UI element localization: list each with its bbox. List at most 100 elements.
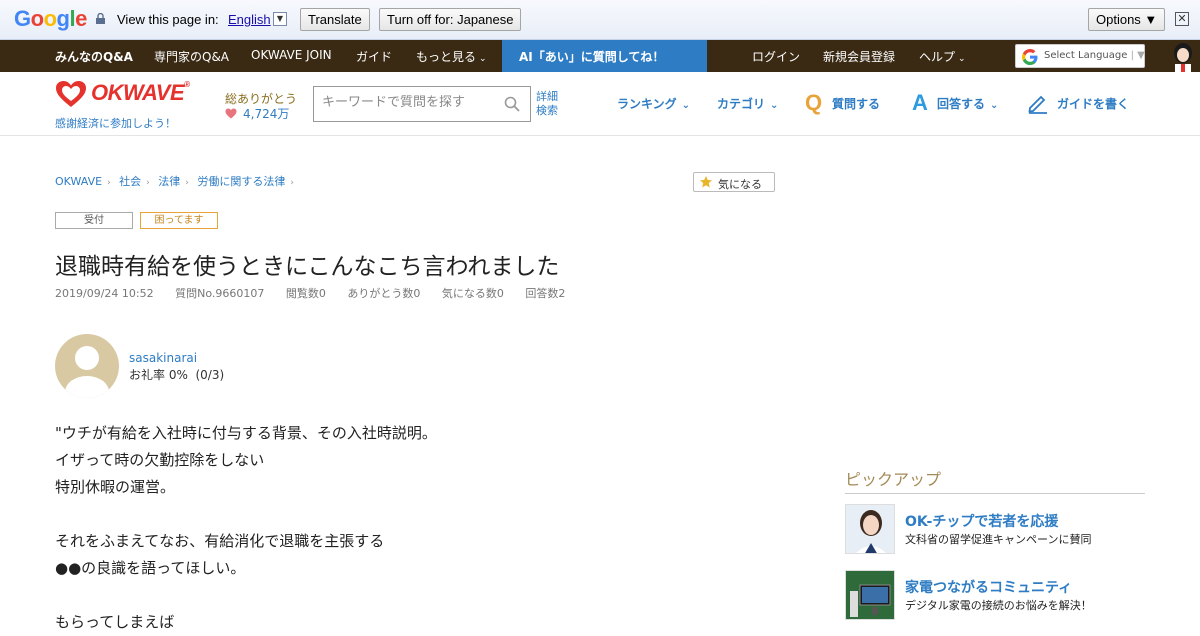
okwave-logo[interactable]: OKWAVE® bbox=[55, 80, 190, 112]
pickup-thumbnail bbox=[845, 570, 895, 620]
pencil-icon bbox=[1028, 95, 1047, 114]
star-icon bbox=[700, 176, 712, 188]
chevron-down-icon: ⌄ bbox=[770, 100, 779, 111]
nav-item-more[interactable]: もっと見る ⌄ bbox=[416, 48, 487, 65]
pickup-heading: ピックアップ bbox=[845, 466, 1145, 494]
q-icon: Q bbox=[805, 90, 823, 115]
username-link[interactable]: sasakinarai bbox=[129, 351, 197, 365]
chevron-down-icon: ⌄ bbox=[990, 100, 999, 111]
search-input[interactable] bbox=[322, 95, 502, 110]
breadcrumb-item-law[interactable]: 法律 bbox=[158, 175, 180, 188]
chevron-down-icon: ⌄ bbox=[958, 54, 966, 64]
appliance-photo-icon bbox=[846, 571, 894, 619]
answer-count: 回答数2 bbox=[525, 287, 566, 300]
breadcrumb-item-society[interactable]: 社会 bbox=[119, 175, 141, 188]
question-title: 退職時有給を使うときにこんなこち言われました bbox=[55, 254, 560, 280]
body-line: もらってしまえば bbox=[55, 613, 175, 631]
total-thanks-count: 4,724万 bbox=[243, 107, 290, 121]
nav-item-okwave-join[interactable]: OKWAVE JOIN bbox=[251, 48, 332, 62]
chevron-right-icon: › bbox=[290, 178, 294, 188]
translate-button[interactable]: Translate bbox=[300, 8, 370, 31]
answer-label: 回答する bbox=[937, 97, 986, 111]
body-line: ●●の良識を語ってほしい。 bbox=[55, 559, 246, 577]
tagline: 感謝経済に参加しよう！ bbox=[55, 117, 176, 130]
language-select[interactable]: English bbox=[228, 12, 271, 27]
chevron-right-icon: › bbox=[146, 178, 150, 188]
category-label: カテゴリ bbox=[717, 97, 766, 111]
register-link[interactable]: 新規会員登録 bbox=[823, 48, 895, 65]
question-body: "ウチが有給を入社時に付与する背景、その入社時説明。 イザって時の欠勤控除をしな… bbox=[55, 420, 437, 636]
chevron-right-icon: › bbox=[107, 178, 111, 188]
category-menu[interactable]: カテゴリ ⌄ bbox=[717, 95, 778, 112]
breadcrumb: OKWAVE › 社会 › 法律 › 労働に関する法律 › bbox=[55, 173, 299, 189]
nav-item-guide[interactable]: ガイド bbox=[356, 48, 392, 65]
chevron-down-icon[interactable]: ▼ bbox=[273, 12, 287, 26]
view-page-text: View this page in: bbox=[117, 12, 219, 27]
chevron-down-icon: ⌄ bbox=[681, 100, 691, 111]
lock-icon bbox=[96, 13, 105, 24]
trouble-badge: 困ってます bbox=[140, 212, 218, 229]
body-line bbox=[55, 501, 437, 528]
ai-question-label: AI「あい」に質問してね！ bbox=[519, 50, 665, 64]
chevron-down-icon: ⌄ bbox=[479, 54, 487, 64]
pickup-item-title: 家電つながるコミュニティ bbox=[905, 580, 1073, 596]
status-badge: 受付 bbox=[55, 212, 133, 229]
select-language-widget[interactable]: Select Language | ▼ bbox=[1015, 44, 1145, 68]
answer-menu[interactable]: 回答する ⌄ bbox=[937, 95, 998, 112]
favorite-count: 気になる数0 bbox=[441, 287, 504, 300]
body-line bbox=[55, 582, 437, 609]
pickup-item[interactable]: OK-チップで若者を応援 文科省の留学促進キャンペーンに賛同 bbox=[845, 504, 1145, 554]
search-box bbox=[313, 86, 531, 122]
google-g-icon bbox=[1022, 49, 1038, 65]
breadcrumb-item-okwave[interactable]: OKWAVE bbox=[55, 175, 102, 188]
help-label: ヘルプ bbox=[919, 50, 956, 64]
person-photo-icon bbox=[846, 505, 894, 553]
body-line: イザって時の欠勤控除をしない bbox=[55, 451, 265, 469]
search-icon[interactable] bbox=[504, 96, 520, 112]
pickup-item-desc: デジタル家電の接続のお悩みを解決！ bbox=[905, 599, 1092, 612]
heart-icon bbox=[225, 108, 237, 119]
a-icon: A bbox=[912, 90, 928, 115]
site-header: OKWAVE® 感謝経済に参加しよう！ 総ありがとう 4,724万 詳細 検索 … bbox=[0, 72, 1200, 136]
ranking-menu[interactable]: ランキング ⌄ bbox=[617, 95, 690, 112]
favorite-label: 気になる bbox=[718, 178, 762, 191]
write-guide-link[interactable]: ガイドを書く bbox=[1057, 95, 1129, 112]
login-link[interactable]: ログイン bbox=[752, 48, 800, 65]
body-line: それをふまえてなお、有給消化で退職を主張する bbox=[55, 532, 385, 550]
heart-logo-icon bbox=[56, 81, 86, 107]
body-line: "ウチが有給を入社時に付与する背景、その入社時説明。 bbox=[55, 424, 437, 442]
nav-item-more-label: もっと見る bbox=[416, 50, 477, 64]
ask-question-link[interactable]: 質問する bbox=[832, 95, 880, 112]
body-line: 特別休暇の運営。 bbox=[55, 478, 176, 496]
advanced-search-line2: 検索 bbox=[536, 104, 558, 117]
google-logo: Google bbox=[14, 6, 87, 31]
select-language-label: Select Language | ▼ bbox=[1044, 50, 1145, 61]
advanced-search-line1: 詳細 bbox=[536, 90, 558, 103]
turn-off-button[interactable]: Turn off for: Japanese bbox=[379, 8, 522, 31]
nav-item-expert-qa[interactable]: 専門家のQ&A bbox=[154, 48, 229, 65]
help-menu[interactable]: ヘルプ ⌄ bbox=[919, 48, 966, 65]
logo-text: OKWAVE® bbox=[91, 80, 190, 105]
question-date: 2019/09/24 10:52 bbox=[55, 287, 154, 300]
pickup-item-title: OK-チップで若者を応援 bbox=[905, 514, 1059, 530]
ai-question-button[interactable]: AI「あい」に質問してね！ bbox=[502, 40, 1192, 72]
pickup-item-desc: 文科省の留学促進キャンペーンに賛同 bbox=[905, 533, 1092, 546]
advanced-search-link[interactable]: 詳細 検索 bbox=[536, 90, 558, 118]
favorite-button[interactable]: 気になる bbox=[693, 172, 775, 192]
thanks-rate: お礼率 0% (0/3) bbox=[129, 368, 225, 382]
close-icon[interactable]: ✕ bbox=[1175, 12, 1189, 26]
ranking-label: ランキング bbox=[617, 97, 677, 111]
breadcrumb-item-labor-law[interactable]: 労働に関する法律 bbox=[197, 175, 285, 188]
ai-character-icon bbox=[1174, 43, 1192, 72]
translate-bar: Google View this page in: English ▼ Tran… bbox=[0, 0, 1200, 40]
view-count: 閲覧数0 bbox=[285, 287, 326, 300]
options-button[interactable]: Options ▼ bbox=[1088, 8, 1166, 31]
pickup-item[interactable]: 家電つながるコミュニティ デジタル家電の接続のお悩みを解決！ bbox=[845, 570, 1145, 620]
question-meta: 2019/09/24 10:52 質問No.9660107 閲覧数0 ありがとう… bbox=[55, 285, 583, 301]
thanks-count: ありがとう数0 bbox=[347, 287, 421, 300]
pickup-thumbnail bbox=[845, 504, 895, 554]
default-user-icon bbox=[65, 346, 109, 398]
chevron-right-icon: › bbox=[185, 178, 189, 188]
avatar[interactable] bbox=[55, 334, 119, 398]
nav-item-minna-qa[interactable]: みんなのQ&A bbox=[55, 48, 133, 65]
